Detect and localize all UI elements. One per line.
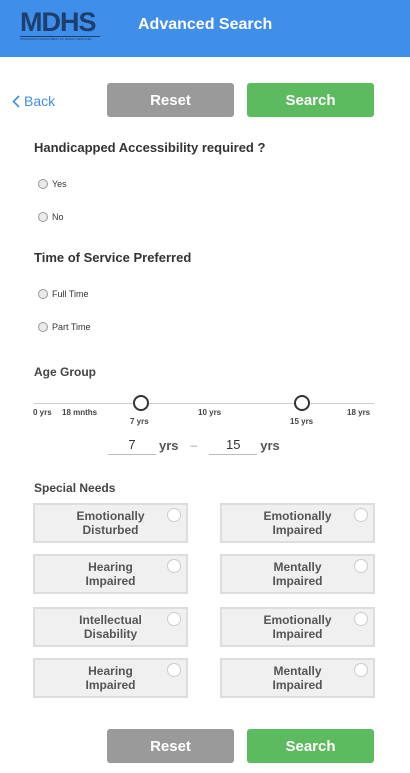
special-need-label: Emotionally Impaired (263, 613, 332, 641)
service-time-question: Time of Service Preferred (34, 250, 192, 265)
range-separator: – (190, 438, 198, 452)
back-label: Back (24, 93, 56, 109)
back-link[interactable]: Back (12, 93, 55, 109)
special-need-label: Emotionally Impaired (263, 509, 332, 537)
special-need-label: Intellectual Disability (79, 613, 142, 641)
search-button-bottom[interactable]: Search (247, 729, 374, 763)
radio-circle-icon (354, 559, 368, 573)
slider-tick-label: 7 yrs (130, 417, 149, 426)
special-need-label: Mentally Impaired (272, 664, 323, 692)
special-need-option[interactable]: Mentally Impaired (220, 554, 375, 594)
slider-tick-label: 15 yrs (290, 417, 314, 426)
special-need-option[interactable]: Mentally Impaired (220, 658, 375, 698)
min-age-unit: yrs (159, 437, 179, 453)
special-need-option[interactable]: Intellectual Disability (33, 607, 188, 647)
radio-circle-icon (167, 508, 181, 522)
slider-track[interactable] (34, 403, 374, 404)
radio-circle-icon (38, 289, 48, 299)
slider-tick-label: 18 mnths (62, 408, 98, 417)
special-need-label: Emotionally Disturbed (76, 509, 145, 537)
logo-text: MDHS (20, 7, 97, 37)
radio-accessibility-yes[interactable]: Yes (38, 179, 67, 189)
age-group-title: Age Group (34, 365, 96, 379)
reset-button-top[interactable]: Reset (107, 83, 234, 117)
special-need-option[interactable]: Emotionally Impaired (220, 607, 375, 647)
slider-handle-max[interactable] (294, 395, 310, 411)
radio-circle-icon (167, 559, 181, 573)
radio-circle-icon (354, 612, 368, 626)
reset-button-bottom[interactable]: Reset (107, 729, 234, 763)
radio-circle-icon (38, 322, 48, 332)
max-age-unit: yrs (260, 437, 280, 453)
slider-tick-label: 10 yrs (198, 408, 222, 417)
radio-label: Part Time (52, 322, 91, 332)
radio-circle-icon (167, 663, 181, 677)
special-need-option[interactable]: Hearing Impaired (33, 658, 188, 698)
mdhs-logo: MDHS MISSISSIPPI DEPARTMENT OF HUMAN SER… (20, 8, 102, 44)
special-need-option[interactable]: Hearing Impaired (33, 554, 188, 594)
slider-handle-min[interactable] (133, 395, 149, 411)
radio-circle-icon (38, 179, 48, 189)
radio-accessibility-no[interactable]: No (38, 212, 64, 222)
radio-label: Yes (52, 179, 67, 189)
special-need-label: Mentally Impaired (272, 560, 323, 588)
slider-tick-label: 0 yrs (33, 408, 52, 417)
radio-circle-icon (167, 612, 181, 626)
min-age-input[interactable] (108, 435, 156, 455)
age-range-slider[interactable]: 0 yrs 18 mnths 7 yrs 10 yrs 15 yrs 18 yr… (33, 395, 374, 426)
radio-label: Full Time (52, 289, 89, 299)
special-need-label: Hearing Impaired (85, 664, 136, 692)
chevron-left-icon (12, 94, 20, 108)
max-age-input[interactable] (209, 435, 258, 455)
radio-part-time[interactable]: Part Time (38, 322, 91, 332)
radio-circle-icon (38, 212, 48, 222)
app-header: MDHS MISSISSIPPI DEPARTMENT OF HUMAN SER… (0, 0, 410, 57)
page-title: Advanced Search (138, 16, 273, 33)
radio-full-time[interactable]: Full Time (38, 289, 89, 299)
search-button-top[interactable]: Search (247, 83, 374, 117)
accessibility-question: Handicapped Accessibility required ? (34, 140, 266, 155)
radio-label: No (52, 212, 64, 222)
logo-subtitle: MISSISSIPPI DEPARTMENT OF HUMAN SERVICES (20, 36, 100, 40)
special-need-option[interactable]: Emotionally Disturbed (33, 503, 188, 543)
radio-circle-icon (354, 663, 368, 677)
special-need-label: Hearing Impaired (85, 560, 136, 588)
slider-tick-label: 18 yrs (347, 408, 371, 417)
special-need-option[interactable]: Emotionally Impaired (220, 503, 375, 543)
radio-circle-icon (354, 508, 368, 522)
age-range-inputs: yrs – yrs (108, 435, 280, 455)
special-needs-title: Special Needs (34, 481, 116, 495)
